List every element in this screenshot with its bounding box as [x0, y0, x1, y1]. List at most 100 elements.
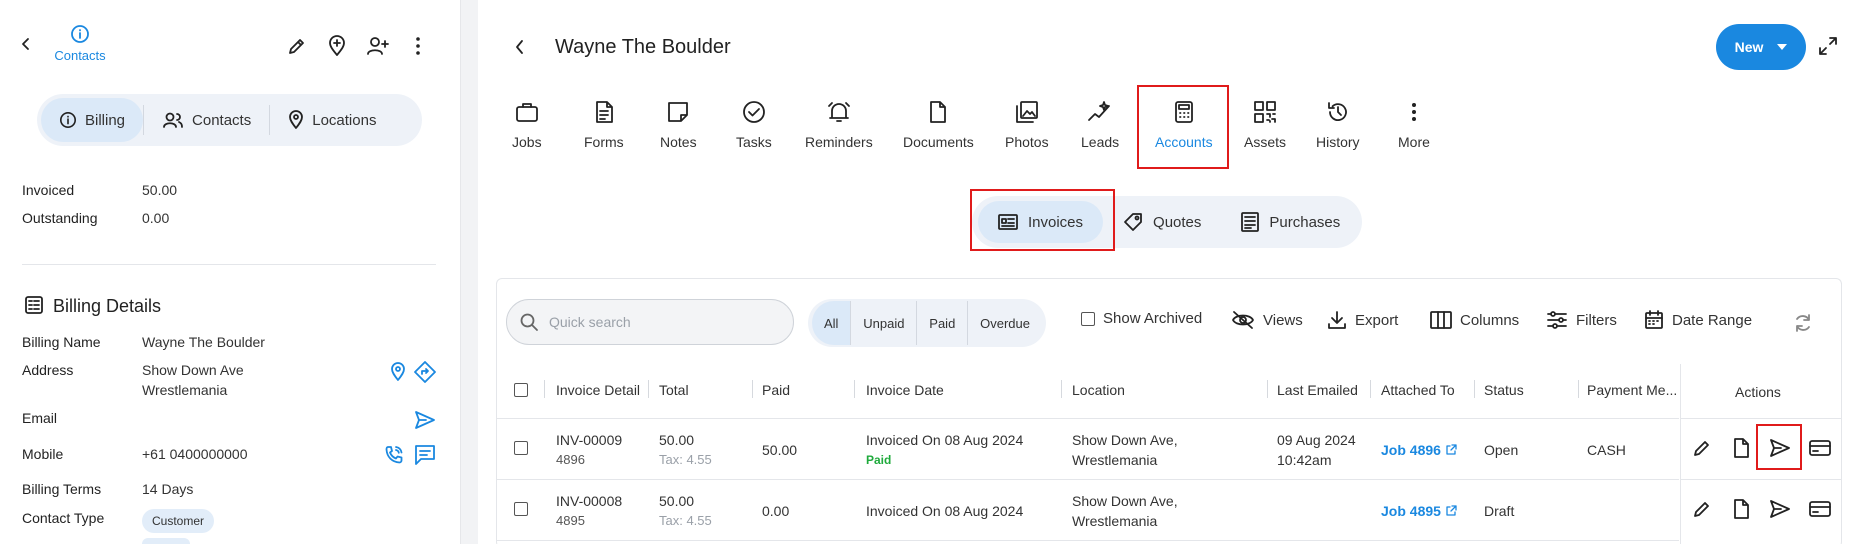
show-archived-toggle[interactable]: Show Archived	[1081, 310, 1202, 327]
invoice-number[interactable]: INV-00009	[556, 432, 622, 448]
tab-quotes[interactable]: Quotes	[1103, 201, 1221, 243]
filters-button[interactable]: Filters	[1546, 310, 1617, 330]
col-invoice-date[interactable]: Invoice Date	[866, 382, 944, 398]
col-status[interactable]: Status	[1484, 382, 1524, 398]
row-divider-actions	[1680, 479, 1842, 480]
payment-card-icon[interactable]	[1809, 439, 1831, 457]
filter-all[interactable]: All	[812, 301, 851, 345]
back-chevron-icon[interactable]	[18, 36, 34, 52]
nav-jobs-label: Jobs	[512, 134, 542, 150]
contacts-header[interactable]: Contacts	[52, 24, 108, 63]
nav-reminders-label: Reminders	[805, 134, 873, 150]
external-link-icon	[1445, 505, 1457, 517]
location-line2: Wrestlemania	[1072, 513, 1158, 529]
map-pin-icon[interactable]	[390, 362, 406, 382]
alarm-bell-icon	[826, 100, 852, 124]
col-attached-to[interactable]: Attached To	[1381, 382, 1455, 398]
row-checkbox[interactable]	[514, 502, 528, 516]
billing-terms-value: 14 Days	[142, 481, 194, 497]
select-all-checkbox[interactable]	[514, 383, 528, 397]
quick-search-input[interactable]: Quick search	[506, 299, 794, 345]
nav-leads[interactable]: Leads	[1081, 100, 1119, 150]
filter-unpaid[interactable]: Unpaid	[851, 301, 916, 345]
directions-icon[interactable]	[414, 361, 436, 383]
expand-icon[interactable]	[1818, 36, 1838, 56]
back-chevron-icon[interactable]	[512, 38, 528, 56]
sliders-icon	[1546, 310, 1568, 330]
col-payment-method[interactable]: Payment Me...	[1587, 382, 1677, 398]
sms-message-icon[interactable]	[414, 444, 436, 466]
attached-job-link[interactable]: Job 4895	[1381, 503, 1457, 519]
date-range-label: Date Range	[1672, 311, 1753, 329]
location-line1: Show Down Ave,	[1072, 432, 1178, 448]
send-invoice-icon[interactable]	[1769, 499, 1791, 519]
tab-billing-label: Billing	[85, 111, 126, 129]
tab-purchases-label: Purchases	[1269, 213, 1341, 231]
billing-terms-label: Billing Terms	[22, 481, 102, 497]
filter-overdue[interactable]: Overdue	[968, 301, 1042, 345]
filter-paid[interactable]: Paid	[917, 301, 967, 345]
tab-quotes-label: Quotes	[1153, 213, 1202, 231]
search-icon	[519, 312, 539, 332]
tab-billing[interactable]: Billing	[41, 98, 144, 142]
nav-more[interactable]: More	[1398, 100, 1430, 150]
edit-pencil-icon[interactable]	[287, 36, 307, 56]
outstanding-label: Outstanding	[22, 210, 98, 226]
payment-card-icon[interactable]	[1809, 500, 1831, 518]
nav-notes[interactable]: Notes	[660, 100, 697, 150]
col-last-emailed[interactable]: Last Emailed	[1277, 382, 1358, 398]
more-vertical-icon[interactable]	[413, 36, 423, 56]
nav-reminders[interactable]: Reminders	[805, 100, 873, 150]
billing-name-label: Billing Name	[22, 334, 101, 350]
highlight-send-invoice	[1756, 424, 1802, 470]
tab-purchases[interactable]: Purchases	[1221, 201, 1360, 243]
edit-pencil-icon[interactable]	[1692, 438, 1712, 458]
add-user-icon[interactable]	[366, 35, 390, 57]
tab-contacts[interactable]: Contacts	[144, 98, 269, 142]
tab-locations[interactable]: Locations	[270, 98, 394, 142]
add-location-icon[interactable]	[327, 35, 347, 57]
col-invoice-detail[interactable]: Invoice Detail	[556, 382, 640, 398]
date-range-button[interactable]: Date Range	[1644, 310, 1752, 330]
address-label: Address	[22, 362, 74, 378]
views-button[interactable]: Views	[1231, 310, 1303, 330]
document-icon[interactable]	[1732, 438, 1750, 458]
col-total[interactable]: Total	[659, 382, 689, 398]
refresh-icon[interactable]	[1793, 313, 1813, 333]
col-paid[interactable]: Paid	[762, 382, 790, 398]
show-archived-label: Show Archived	[1103, 310, 1203, 327]
show-archived-checkbox[interactable]	[1081, 311, 1095, 326]
invoice-date: Invoiced On 08 Aug 2024	[866, 432, 1024, 448]
invoice-number[interactable]: INV-00008	[556, 493, 622, 509]
phone-call-icon[interactable]	[384, 445, 404, 465]
nav-history[interactable]: History	[1316, 100, 1360, 150]
new-button[interactable]: New	[1716, 24, 1806, 70]
nav-tasks[interactable]: Tasks	[736, 100, 772, 150]
location-line2: Wrestlemania	[1072, 452, 1158, 468]
nav-forms[interactable]: Forms	[584, 100, 624, 150]
invoice-tax: Tax: 4.55	[659, 452, 712, 467]
send-email-icon[interactable]	[414, 410, 436, 430]
document-icon[interactable]	[1732, 499, 1750, 519]
nav-jobs[interactable]: Jobs	[512, 100, 542, 150]
edit-pencil-icon[interactable]	[1692, 499, 1712, 519]
caret-down-icon	[1777, 44, 1788, 50]
export-button[interactable]: Export	[1327, 310, 1398, 330]
photos-icon	[1015, 100, 1039, 124]
nav-notes-label: Notes	[660, 134, 697, 150]
more-vertical-icon	[1402, 100, 1426, 124]
nav-photos[interactable]: Photos	[1005, 100, 1049, 150]
invoice-status: Draft	[1484, 503, 1515, 519]
calendar-icon	[1644, 310, 1664, 330]
tab-contacts-label: Contacts	[192, 111, 252, 129]
contacts-header-label: Contacts	[54, 48, 106, 63]
nav-documents[interactable]: Documents	[903, 100, 974, 150]
nav-assets[interactable]: Assets	[1244, 100, 1286, 150]
invoice-total: 50.00	[659, 432, 695, 448]
col-location[interactable]: Location	[1072, 382, 1125, 398]
columns-button[interactable]: Columns	[1430, 310, 1519, 330]
row-checkbox[interactable]	[514, 441, 528, 455]
attached-job-link[interactable]: Job 4896	[1381, 442, 1457, 458]
nav-assets-label: Assets	[1244, 134, 1287, 150]
payment-method: CASH	[1587, 442, 1626, 458]
